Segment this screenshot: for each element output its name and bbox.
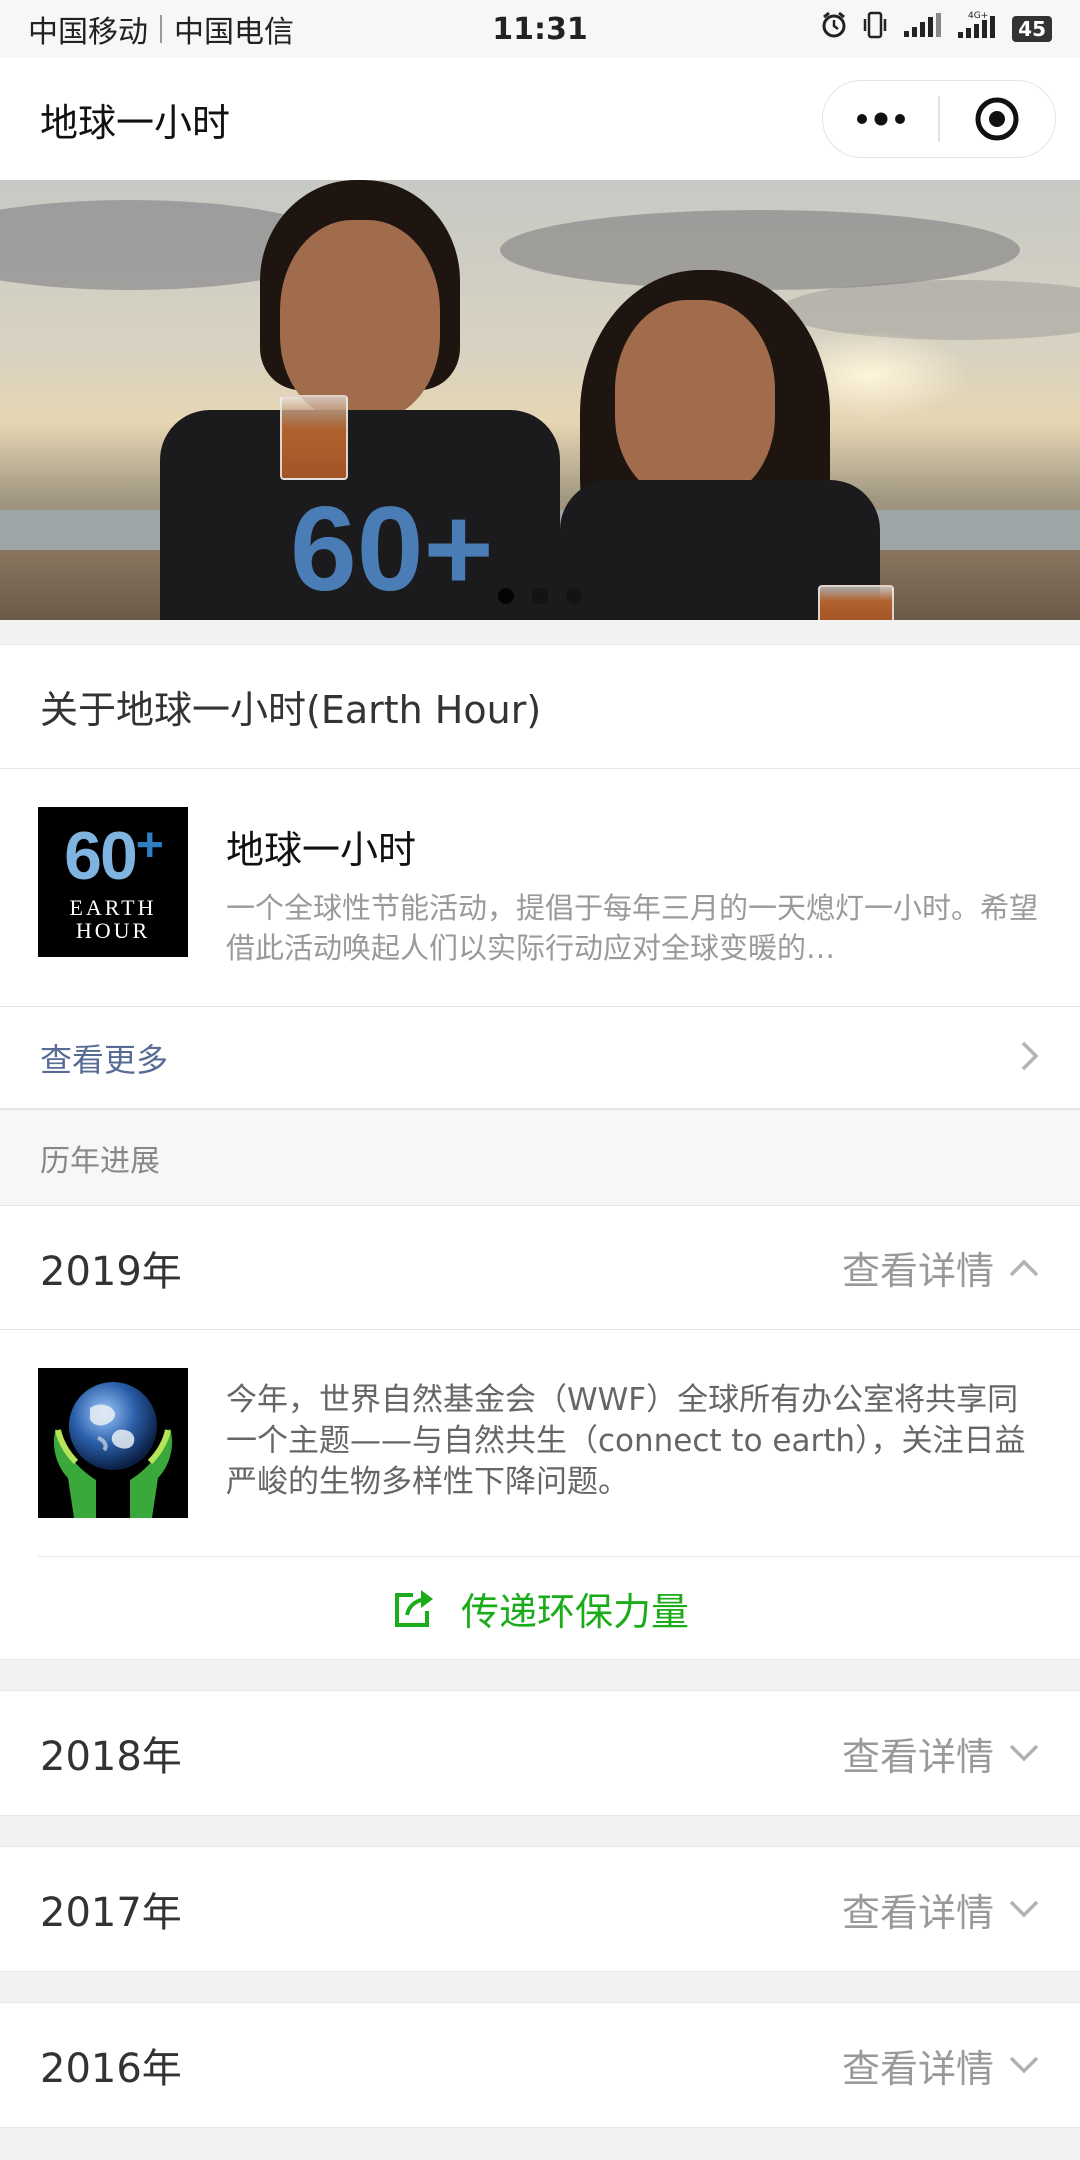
year-block-2017: 2017年 查看详情 [0, 1846, 1080, 1972]
view-details-toggle[interactable]: 查看详情 [842, 2038, 1040, 2093]
chevron-up-icon [1009, 1259, 1039, 1276]
section-label-text: 历年进展 [40, 1143, 160, 1179]
spacer [0, 1660, 1080, 1690]
view-details-toggle[interactable]: 查看详情 [842, 1882, 1040, 1937]
vibrate-icon [862, 10, 888, 48]
battery-indicator: 45 [1012, 16, 1052, 42]
carousel-indicators [0, 588, 1080, 604]
logo-line-1: EARTH [69, 894, 157, 920]
earth-in-hands-image [38, 1368, 188, 1518]
year-block-2019: 2019年 查看详情 今年，世界自然基金会（WWF）全球所有办公室将共享同一个主… [0, 1205, 1080, 1660]
banner-carousel[interactable]: 60+ [0, 180, 1080, 620]
chevron-down-icon [1009, 1900, 1039, 1918]
about-heading: 关于地球一小时(Earth Hour) [0, 645, 1080, 769]
carrier-info: 中国移动 中国电信 [28, 7, 294, 51]
view-details-label: 查看详情 [841, 2046, 994, 2091]
year-block-2016: 2016年 查看详情 [0, 2002, 1080, 2128]
spacer [0, 1816, 1080, 1846]
view-more-link[interactable]: 查看更多 [40, 1035, 168, 1081]
about-card-title: 地球一小时 [226, 828, 417, 872]
banner-glass [280, 395, 348, 480]
logo-number: 60 [64, 817, 138, 894]
view-details-label: 查看详情 [841, 1890, 994, 1935]
carrier-1: 中国移动 [28, 15, 148, 50]
target-close-icon [975, 97, 1019, 141]
year-label: 2017年 [40, 1890, 182, 1936]
carousel-dot[interactable] [532, 588, 548, 604]
page-title: 地球一小时 [40, 100, 231, 145]
carousel-dot[interactable] [566, 588, 582, 604]
more-dots-icon [856, 112, 905, 126]
spacer [0, 620, 1080, 644]
banner-photo-child-left: 60+ [140, 180, 560, 620]
nav-bar: 地球一小时 [0, 58, 1080, 180]
carrier-2: 中国电信 [174, 15, 294, 50]
alarm-icon [820, 11, 848, 47]
more-menu-button[interactable] [823, 81, 938, 157]
close-miniprogram-button[interactable] [940, 81, 1055, 157]
year-block-2018: 2018年 查看详情 [0, 1690, 1080, 1816]
year-row-2019[interactable]: 2019年 查看详情 [0, 1206, 1080, 1330]
section-label-progress: 历年进展 [0, 1109, 1080, 1205]
view-details-toggle[interactable]: 查看详情 [842, 1240, 1040, 1295]
year-description: 今年，世界自然基金会（WWF）全球所有办公室将共享同一个主题——与自然共生（co… [226, 1382, 1026, 1500]
year-row-2017[interactable]: 2017年 查看详情 [0, 1847, 1080, 1971]
logo-line-2: HOUR [75, 918, 151, 943]
carrier-divider [160, 15, 162, 43]
year-row-2018[interactable]: 2018年 查看详情 [0, 1691, 1080, 1815]
chevron-down-icon [1009, 1744, 1039, 1762]
year-row-2016[interactable]: 2016年 查看详情 [0, 2003, 1080, 2127]
chevron-down-icon [1009, 2056, 1039, 2074]
chevron-right-icon [1020, 1040, 1040, 1076]
signal-icon-1 [902, 12, 942, 47]
year-label: 2016年 [40, 2046, 182, 2092]
view-details-label: 查看详情 [841, 1249, 994, 1293]
about-card[interactable]: 60+ EARTH HOUR 地球一小时 一个全球性节能活动，提倡于每年三月的一… [0, 769, 1080, 1007]
share-label: 传递环保力量 [460, 1589, 689, 1634]
about-card-description: 一个全球性节能活动，提倡于每年三月的一天熄灯一小时。希望借此活动唤起人们以实际行… [226, 891, 1039, 965]
logo-plus: + [135, 818, 164, 872]
share-icon [394, 1590, 433, 1627]
year-label: 2018年 [40, 1734, 182, 1780]
year-card-2019: 今年，世界自然基金会（WWF）全球所有办公室将共享同一个主题——与自然共生（co… [38, 1330, 1080, 1557]
miniprogram-capsule [822, 80, 1056, 158]
banner-photo-child-right [560, 180, 920, 620]
status-bar: 中国移动 中国电信 11:31 4G+ 45 [0, 0, 1080, 58]
about-heading-text: 关于地球一小时(Earth Hour) [40, 688, 542, 732]
view-details-label: 查看详情 [841, 1734, 994, 1779]
view-details-toggle[interactable]: 查看详情 [842, 1726, 1040, 1781]
about-section: 关于地球一小时(Earth Hour) 60+ EARTH HOUR 地球一小时… [0, 644, 1080, 1109]
carousel-dot[interactable] [498, 588, 514, 604]
year-label: 2019年 [40, 1248, 182, 1295]
earth-hour-logo: 60+ EARTH HOUR [38, 807, 188, 957]
svg-text:4G+: 4G+ [968, 11, 988, 21]
status-icons: 4G+ 45 [820, 10, 1052, 48]
view-more-row[interactable]: 查看更多 [0, 1007, 1080, 1109]
spacer [0, 1972, 1080, 2002]
signal-icon-2: 4G+ [956, 10, 998, 48]
status-time: 11:31 [492, 11, 588, 47]
share-button[interactable]: 传递环保力量 [0, 1557, 1080, 1659]
